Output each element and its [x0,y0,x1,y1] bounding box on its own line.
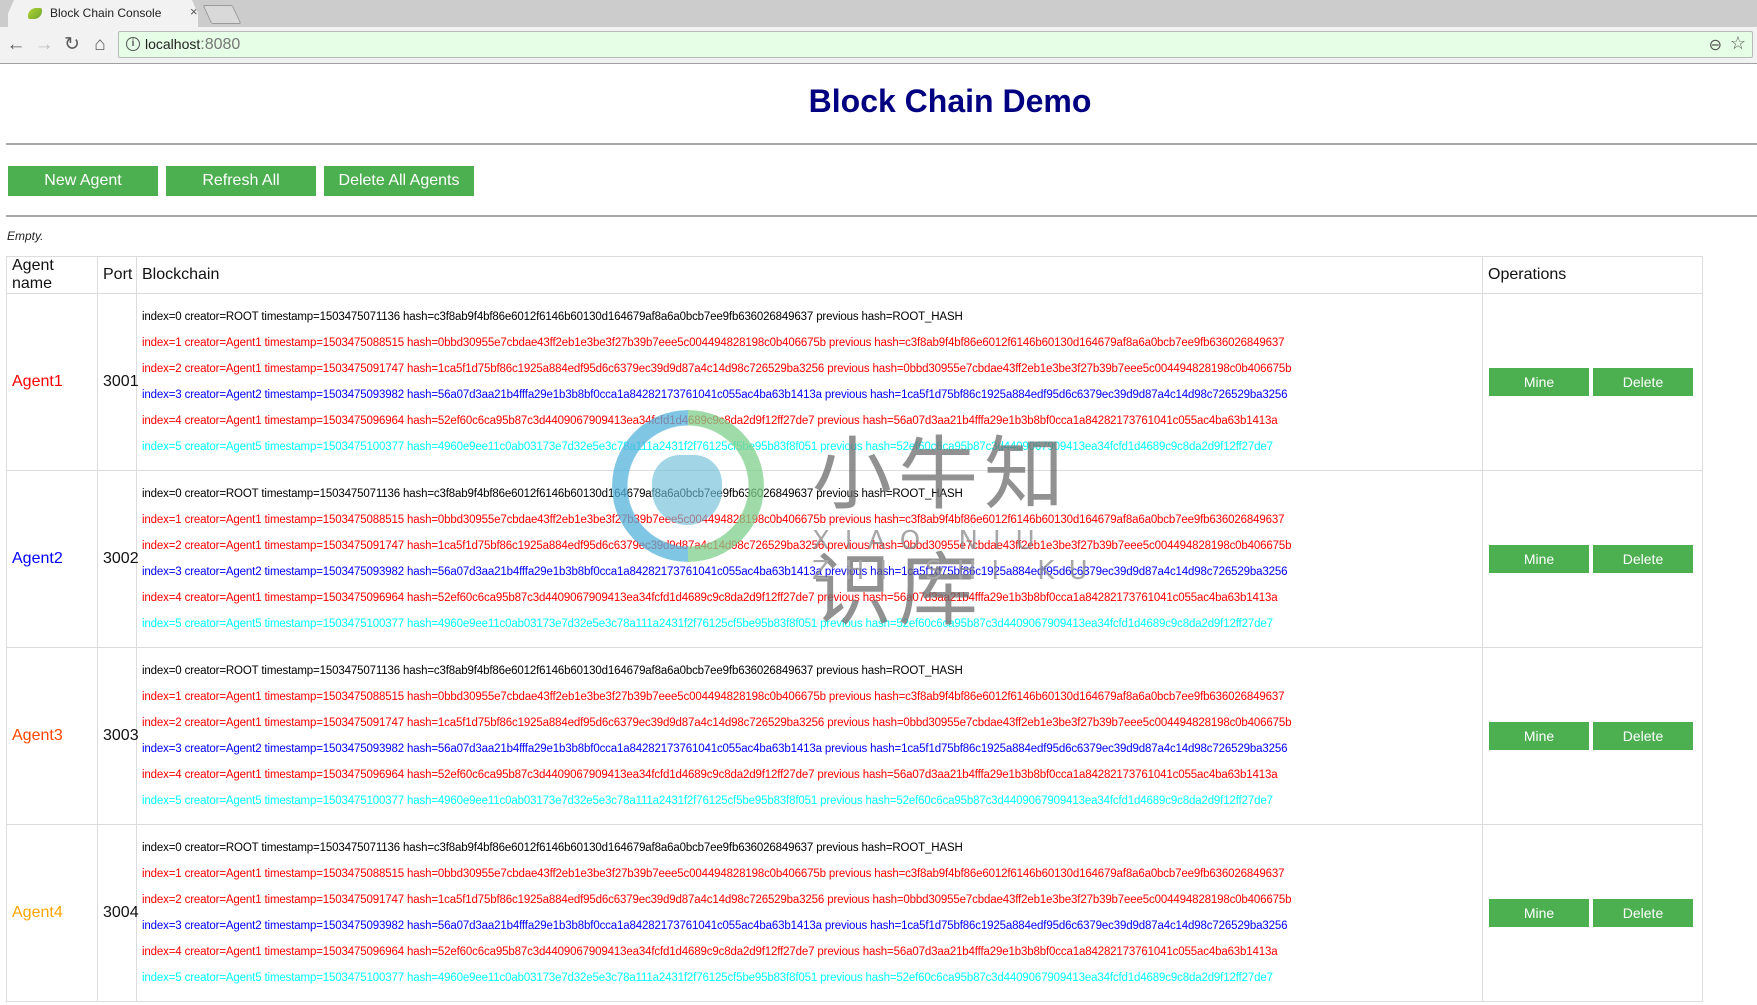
block-entry: index=1 creator=Agent1 timestamp=1503475… [142,691,1285,703]
block-entry: index=0 creator=ROOT timestamp=150347507… [142,311,963,323]
block-entry: index=2 creator=Agent1 timestamp=1503475… [142,717,1292,729]
block-entry: index=3 creator=Agent2 timestamp=1503475… [142,920,1288,932]
forward-arrow-icon[interactable]: → [32,33,56,57]
delete-agent-button[interactable]: Delete [1593,368,1693,396]
info-icon[interactable]: i [126,37,140,51]
block-entry: index=3 creator=Agent2 timestamp=1503475… [142,743,1288,755]
divider [6,215,1757,217]
agent-port-cell: 3001 [97,293,139,471]
page-title: Block Chain Demo [808,83,1092,119]
block-entry: index=1 creator=Agent1 timestamp=1503475… [142,868,1285,880]
block-entry: index=4 creator=Agent1 timestamp=1503475… [142,769,1278,781]
table-row: Agent1 3001 index=0 creator=ROOT timestamp… [6,293,1703,471]
block-entry: index=4 creator=Agent1 timestamp=1503475… [142,592,1278,604]
reload-icon[interactable]: ↻ [60,33,84,57]
browser-toolbar: ← → ↻ ⌂ i localhost:8080 ⊖ ☆ [0,27,1757,64]
divider [6,143,1757,145]
header-port: Port [97,256,137,294]
block-entry: index=1 creator=Agent1 timestamp=1503475… [142,514,1285,526]
agent-port: 3004 [103,904,139,921]
zoom-out-icon[interactable]: ⊖ [1709,35,1722,55]
operations-cell: Mine Delete [1482,470,1703,648]
delete-all-agents-button[interactable]: Delete All Agents [324,166,474,196]
url-host: localhost [145,36,201,52]
operations-cell: Mine Delete [1482,824,1703,1002]
table-row: Agent2 3002 index=0 creator=ROOT timestamp… [6,470,1703,648]
block-entry: index=2 creator=Agent1 timestamp=1503475… [142,894,1292,906]
mine-button[interactable]: Mine [1489,368,1589,396]
header-blockchain: Blockchain [136,256,1483,294]
agent-name-cell: Agent1 [6,293,98,471]
operations-cell: Mine Delete [1482,293,1703,471]
block-entry: index=4 creator=Agent1 timestamp=1503475… [142,946,1278,958]
block-entry: index=0 creator=ROOT timestamp=150347507… [142,665,963,677]
block-entry: index=2 creator=Agent1 timestamp=1503475… [142,363,1292,375]
agent-name: Agent2 [12,550,63,567]
home-icon[interactable]: ⌂ [88,33,112,57]
bookmark-star-icon[interactable]: ☆ [1730,33,1746,54]
mine-button[interactable]: Mine [1489,545,1589,573]
agent-name-cell: Agent2 [6,470,98,648]
agent-port: 3002 [103,550,139,567]
block-entry: index=5 creator=Agent5 timestamp=1503475… [142,795,1273,807]
agent-port-cell: 3004 [97,824,139,1002]
agent-port-cell: 3002 [97,470,139,648]
blockchain-cell: index=0 creator=ROOT timestamp=150347507… [136,293,1483,471]
block-entry: index=2 creator=Agent1 timestamp=1503475… [142,540,1292,552]
block-entry: index=3 creator=Agent2 timestamp=1503475… [142,389,1288,401]
mine-button[interactable]: Mine [1489,899,1589,927]
agent-name: Agent3 [12,727,63,744]
agent-port-cell: 3003 [97,647,139,825]
agent-name-cell: Agent3 [6,647,98,825]
refresh-all-button[interactable]: Refresh All [166,166,316,196]
table-header-row: Agent name Port Blockchain Operations [6,256,1703,294]
new-agent-button[interactable]: New Agent [8,166,158,196]
browser-tab[interactable]: Block Chain Console × [8,0,198,27]
block-entry: index=4 creator=Agent1 timestamp=1503475… [142,415,1278,427]
table-row: Agent4 3004 index=0 creator=ROOT timestamp… [6,824,1703,1002]
blockchain-cell: index=0 creator=ROOT timestamp=150347507… [136,470,1483,648]
url-port: :8080 [200,36,241,53]
table-row: Agent3 3003 index=0 creator=ROOT timestamp… [6,647,1703,825]
block-entry: index=1 creator=Agent1 timestamp=1503475… [142,337,1285,349]
block-entry: index=0 creator=ROOT timestamp=150347507… [142,842,963,854]
delete-agent-button[interactable]: Delete [1593,722,1693,750]
status-message: Empty. [7,229,44,243]
blockchain-cell: index=0 creator=ROOT timestamp=150347507… [136,647,1483,825]
close-tab-icon[interactable]: × [190,4,198,19]
spring-leaf-icon [28,8,42,19]
header-operations: Operations [1482,256,1703,294]
block-entry: index=3 creator=Agent2 timestamp=1503475… [142,566,1288,578]
block-entry: index=5 creator=Agent5 timestamp=1503475… [142,441,1273,453]
block-entry: index=5 creator=Agent5 timestamp=1503475… [142,972,1273,984]
address-bar[interactable]: i localhost:8080 ⊖ ☆ [118,31,1753,58]
agent-name: Agent1 [12,373,63,390]
delete-agent-button[interactable]: Delete [1593,899,1693,927]
delete-agent-button[interactable]: Delete [1593,545,1693,573]
tab-title: Block Chain Console [50,6,162,20]
block-entry: index=0 creator=ROOT timestamp=150347507… [142,488,963,500]
url-text[interactable]: localhost:8080 [145,36,240,54]
browser-tab-bar: Block Chain Console × [0,0,1757,27]
blockchain-cell: index=0 creator=ROOT timestamp=150347507… [136,824,1483,1002]
header-agent-name: Agent name [6,256,98,294]
mine-button[interactable]: Mine [1489,722,1589,750]
agent-name: Agent4 [12,904,63,921]
agent-port: 3003 [103,727,139,744]
agents-table-body: Agent1 3001 index=0 creator=ROOT timestamp… [6,293,1703,1002]
back-arrow-icon[interactable]: ← [4,33,28,57]
operations-cell: Mine Delete [1482,647,1703,825]
agents-table: Agent name Port Blockchain Operations Ag… [6,256,1703,1002]
block-entry: index=5 creator=Agent5 timestamp=1503475… [142,618,1273,630]
agent-port: 3001 [103,373,139,390]
agent-name-cell: Agent4 [6,824,98,1002]
new-tab-button[interactable] [202,5,242,24]
